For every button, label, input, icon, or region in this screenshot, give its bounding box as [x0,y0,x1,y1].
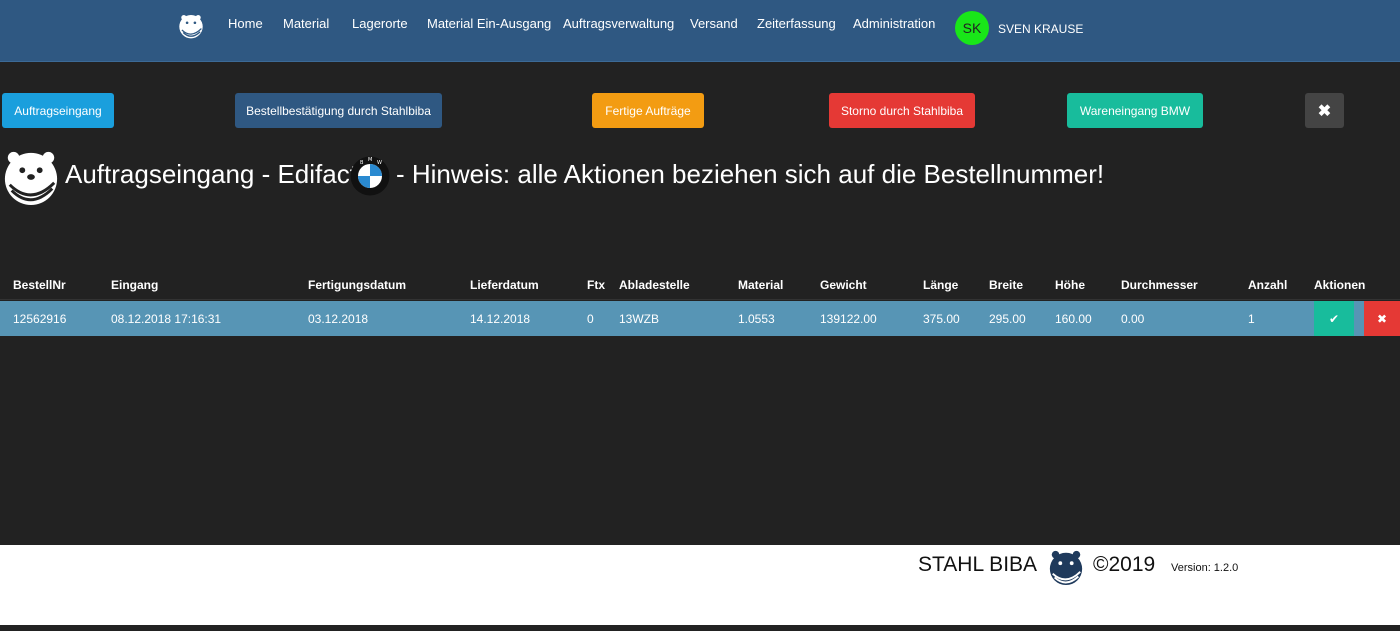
nav-item-home[interactable]: Home [228,16,263,31]
cell-ftx: 0 [587,312,594,326]
bestellbestaetigung-button[interactable]: Bestellbestätigung durch Stahlbiba [235,93,442,128]
top-navbar: Home Material Lagerorte Material Ein-Aus… [0,0,1400,62]
bmw-letter-w: W [377,160,382,166]
cell-lieferdatum: 14.12.2018 [470,312,531,326]
user-name[interactable]: SVEN KRAUSE [998,22,1083,36]
footer-version: Version: 1.2.0 [1171,562,1239,574]
cell-durchmesser: 0.00 [1121,312,1145,326]
user-avatar[interactable]: SK [955,11,989,45]
cell-laenge: 375.00 [923,312,960,326]
footer-copyright: ©2019 [1093,553,1156,576]
cell-hoehe: 160.00 [1055,312,1092,326]
nav-item-material[interactable]: Material [283,16,329,31]
cell-material: 1.0553 [738,312,775,326]
column-header-anzahl[interactable]: Anzahl [1248,278,1287,292]
cell-bestellnr: 12562916 [13,312,67,326]
column-header-material[interactable]: Material [738,278,783,292]
column-header-hoehe[interactable]: Höhe [1055,278,1085,292]
nav-item-auftragsverwaltung[interactable]: Auftragsverwaltung [563,16,674,31]
page-title: Auftragseingang - Edifact [65,159,357,189]
cell-abladestelle: 13WZB [619,312,660,326]
column-header-fertigungsdatum[interactable]: Fertigungsdatum [308,278,406,292]
table-header-divider [0,299,1400,300]
bmw-logo-icon: B M W [350,156,390,196]
column-header-aktionen: Aktionen [1314,278,1366,292]
beaver-logo-icon [4,151,58,206]
cell-eingang: 08.12.2018 17:16:31 [111,312,222,326]
nav-item-zeiterfassung[interactable]: Zeiterfassung [757,16,836,31]
confirm-row-button[interactable]: ✔ [1314,301,1354,336]
cell-gewicht: 139122.00 [820,312,877,326]
column-header-gewicht[interactable]: Gewicht [820,278,867,292]
delete-row-button[interactable]: ✖ [1364,301,1400,336]
cell-breite: 295.00 [989,312,1026,326]
column-header-durchmesser[interactable]: Durchmesser [1121,278,1198,292]
bmw-letter-m: M [368,157,372,163]
beaver-logo-icon[interactable] [178,13,204,39]
fertige-auftraege-button[interactable]: Fertige Aufträge [592,93,704,128]
nav-item-versand[interactable]: Versand [690,16,738,31]
column-header-abladestelle[interactable]: Abladestelle [619,278,690,292]
cell-fertigungsdatum: 03.12.2018 [308,312,369,326]
beaver-logo-icon [1049,550,1083,586]
column-header-bestellnr[interactable]: BestellNr [13,278,66,292]
close-button[interactable]: ✖ [1305,93,1344,128]
page-hint: - Hinweis: alle Aktionen beziehen sich a… [396,159,1105,189]
column-header-breite[interactable]: Breite [989,278,1023,292]
footer-brand: STAHL BIBA [918,553,1038,576]
column-header-lieferdatum[interactable]: Lieferdatum [470,278,539,292]
cell-anzahl: 1 [1248,312,1255,326]
footer-bottom-strip [0,625,1400,631]
nav-item-administration[interactable]: Administration [853,16,935,31]
auftragseingang-button[interactable]: Auftragseingang [2,93,114,128]
column-header-laenge[interactable]: Länge [923,278,958,292]
column-header-eingang[interactable]: Eingang [111,278,158,292]
wareneingang-bmw-button[interactable]: Wareneingang BMW [1067,93,1203,128]
nav-item-material-ein-ausgang[interactable]: Material Ein-Ausgang [427,16,551,31]
nav-item-lagerorte[interactable]: Lagerorte [352,16,408,31]
footer [0,545,1400,625]
column-header-ftx[interactable]: Ftx [587,278,605,292]
storno-button[interactable]: Storno durch Stahlbiba [829,93,975,128]
bmw-letter-b: B [360,160,364,166]
